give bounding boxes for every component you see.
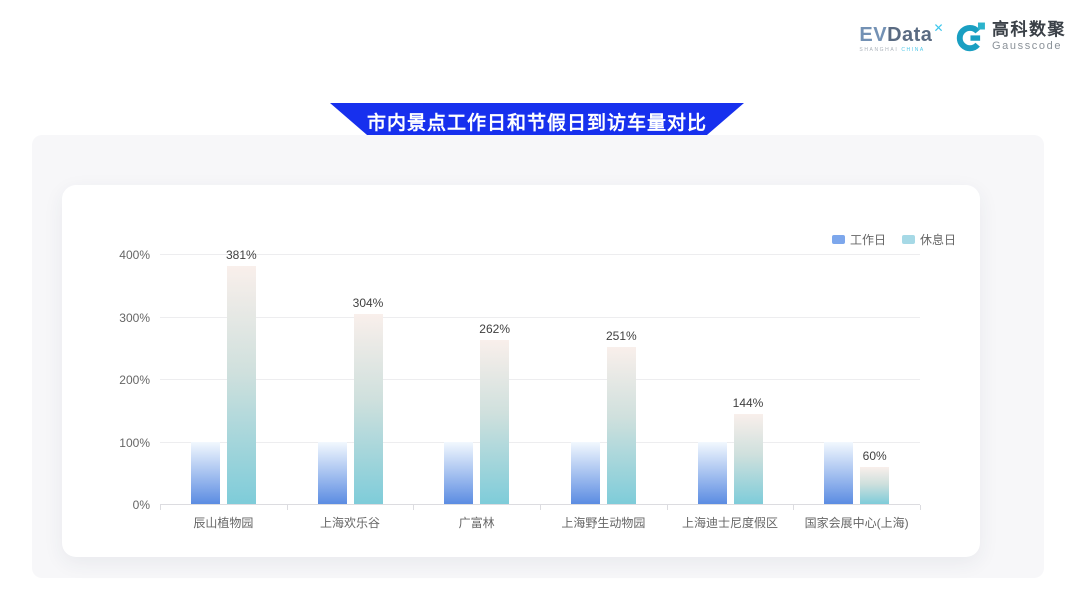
x-axis-tick — [287, 505, 288, 510]
gausscode-g-icon — [956, 22, 986, 52]
x-category-label: 上海欢乐谷 — [320, 514, 380, 531]
bar-value-label: 251% — [606, 330, 637, 342]
chart-legend: 工作日 休息日 — [832, 231, 956, 248]
y-tick-label: 200% — [119, 374, 150, 386]
x-axis-tick — [160, 505, 161, 510]
x-category-label: 辰山植物园 — [193, 514, 253, 531]
legend-marker-icon — [902, 235, 915, 244]
x-category-label: 广富林 — [459, 514, 495, 531]
bar-value-label: 144% — [733, 397, 764, 409]
y-tick-label: 300% — [119, 312, 150, 324]
x-category-label: 国家会展中心(上海) — [805, 514, 909, 531]
workday-bar[interactable] — [318, 442, 347, 505]
restday-bar[interactable] — [227, 266, 256, 504]
gausscode-text: 高科数聚 Gausscode — [992, 21, 1066, 52]
evdata-wordmark: EVData✕ — [859, 22, 944, 45]
gridline — [160, 442, 920, 443]
x-axis-tick — [793, 505, 794, 510]
bar-value-label: 262% — [479, 323, 510, 335]
evdata-subtitle-shanghai: SHANGHAI — [859, 47, 898, 53]
restday-bar[interactable] — [860, 467, 889, 505]
y-tick-label: 100% — [119, 437, 150, 449]
legend-marker-icon — [832, 235, 845, 244]
legend-item-restday[interactable]: 休息日 — [902, 231, 956, 248]
restday-bar[interactable] — [480, 340, 509, 504]
restday-bar[interactable] — [734, 414, 763, 504]
chart-card: 工作日休息日 0%100%200%300%400%381%辰山植物园304%上海… — [62, 185, 980, 557]
plot-area: 0%100%200%300%400%381%辰山植物园304%上海欢乐谷262%… — [160, 255, 920, 505]
evdata-subtitle: SHANGHAI CHINA — [859, 47, 924, 53]
bar-value-label: 381% — [226, 249, 257, 261]
legend-item-workday[interactable]: 工作日 — [832, 231, 886, 248]
x-axis-tick — [540, 505, 541, 510]
page-title: 市内景点工作日和节假日到访车量对比 — [367, 108, 707, 136]
gridline — [160, 379, 920, 380]
bar-value-label: 304% — [353, 297, 384, 309]
logo-bar: EVData✕ SHANGHAI CHINA 高科数聚 Gausscode — [859, 20, 1066, 53]
content-panel: 工作日休息日 0%100%200%300%400%381%辰山植物园304%上海… — [32, 135, 1044, 578]
gausscode-logo: 高科数聚 Gausscode — [956, 21, 1066, 52]
restday-bar[interactable] — [607, 347, 636, 504]
legend-label: 休息日 — [920, 231, 956, 248]
x-category-label: 上海野生动物园 — [561, 514, 645, 531]
workday-bar[interactable] — [698, 442, 727, 505]
evdata-subtitle-china: CHINA — [901, 47, 925, 53]
evdata-logo: EVData✕ SHANGHAI CHINA — [859, 22, 944, 53]
workday-bar[interactable] — [824, 442, 853, 505]
y-tick-label: 0% — [133, 499, 150, 511]
x-axis-tick — [920, 505, 921, 510]
y-tick-label: 400% — [119, 249, 150, 261]
gausscode-cn-label: 高科数聚 — [992, 21, 1066, 40]
evdata-wordmark-data: Data — [887, 24, 932, 46]
bar-value-label: 60% — [863, 450, 887, 462]
workday-bar[interactable] — [444, 442, 473, 505]
x-category-label: 上海迪士尼度假区 — [682, 514, 778, 531]
x-axis-tick — [413, 505, 414, 510]
x-axis-tick — [667, 505, 668, 510]
legend-label: 工作日 — [850, 231, 886, 248]
gridline — [160, 254, 920, 255]
gridline — [160, 317, 920, 318]
evdata-wordmark-ev: EV — [859, 24, 887, 46]
restday-bar[interactable] — [354, 314, 383, 504]
workday-bar[interactable] — [571, 442, 600, 505]
gausscode-en-label: Gausscode — [992, 40, 1066, 52]
workday-bar[interactable] — [191, 442, 220, 505]
evdata-x-icon: ✕ — [933, 21, 944, 35]
